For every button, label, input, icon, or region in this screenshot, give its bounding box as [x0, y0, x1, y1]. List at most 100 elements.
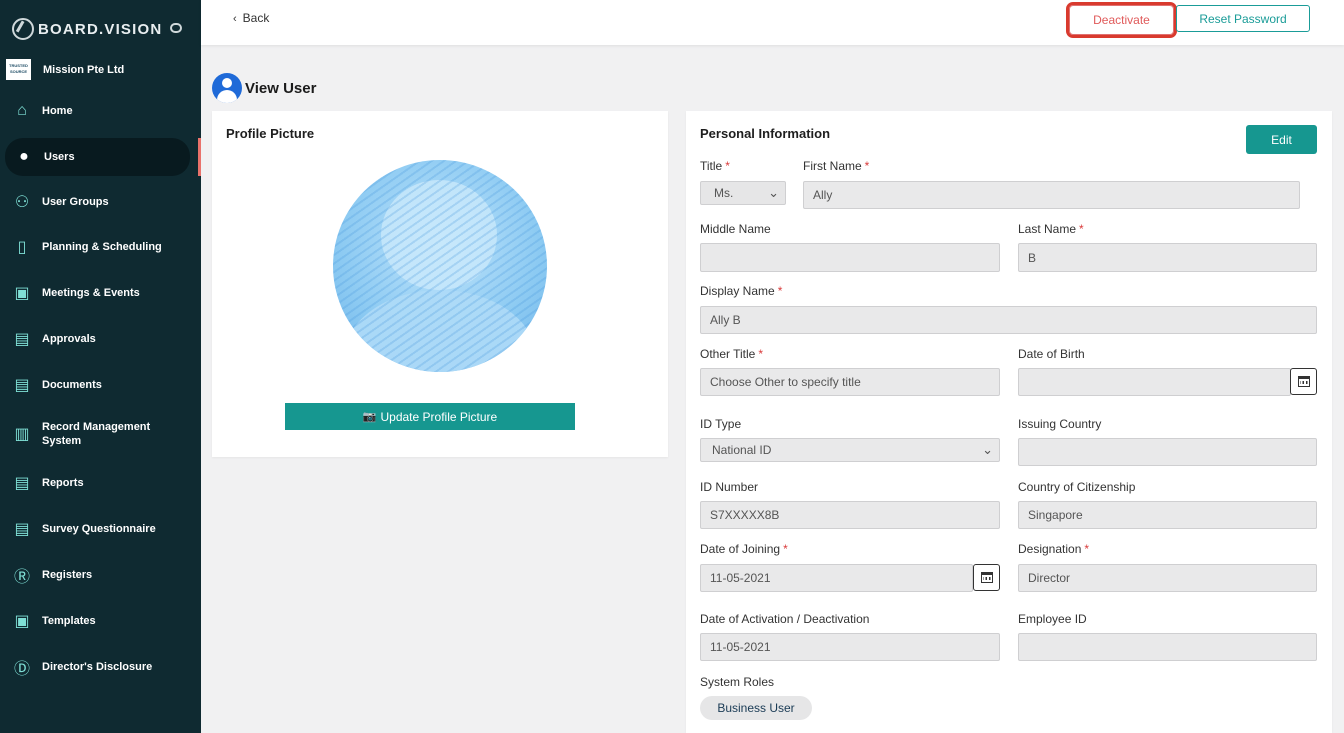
- home-icon: ⌂: [17, 102, 27, 119]
- back-link[interactable]: ‹ Back: [233, 11, 269, 25]
- title-select[interactable]: Ms.: [700, 181, 786, 205]
- sidebar-item-user-groups[interactable]: ⚇ User Groups: [0, 183, 201, 221]
- activation-date-field[interactable]: 11-05-2021: [700, 633, 1000, 661]
- profile-picture-title: Profile Picture: [226, 126, 315, 141]
- issuing-country-label: Issuing Country: [1018, 417, 1102, 431]
- last-name-field[interactable]: B: [1018, 243, 1317, 272]
- active-indicator: [198, 138, 201, 176]
- designation-value: Director: [1028, 571, 1071, 585]
- last-name-label: Last Name *: [1018, 222, 1084, 236]
- country-of-citizenship-field[interactable]: Singapore: [1018, 501, 1317, 529]
- date-of-birth-field[interactable]: [1018, 368, 1291, 396]
- brand-name: BOARD.VISION: [38, 20, 163, 38]
- top-bar: ‹ Back Deactivate Reset Password: [201, 0, 1344, 45]
- first-name-value: Ally: [813, 188, 833, 202]
- board-vision-logo-icon: [12, 18, 34, 40]
- user-icon: ●: [19, 148, 29, 165]
- id-type-label: ID Type: [700, 417, 742, 431]
- designation-label: Designation *: [1018, 542, 1090, 556]
- sidebar-item-reports[interactable]: ▤ Reports: [0, 464, 201, 502]
- sidebar-item-label: Director's Disclosure: [42, 661, 153, 673]
- update-profile-picture-label: Update Profile Picture: [380, 409, 498, 424]
- sidebar-item-label: Home: [42, 105, 73, 117]
- middle-name-label: Middle Name: [700, 222, 771, 236]
- records-icon: ▥: [14, 426, 30, 443]
- date-of-joining-value: 11-05-2021: [710, 571, 771, 585]
- sidebar-item-users[interactable]: ● Users: [5, 138, 190, 176]
- display-name-value: Ally B: [710, 313, 741, 327]
- other-title-value: Choose Other to specify title: [710, 375, 861, 389]
- survey-icon: ▤: [14, 521, 30, 538]
- display-name-field[interactable]: Ally B: [700, 306, 1317, 334]
- sidebar-item-documents[interactable]: ▤ Documents: [0, 366, 201, 404]
- sidebar-item-survey[interactable]: ▤ Survey Questionnaire: [0, 510, 201, 548]
- document-icon: ▤: [14, 331, 30, 348]
- id-type-select[interactable]: National ID: [700, 438, 1000, 462]
- camera-icon: 📷: [362, 411, 377, 423]
- sidebar-item-label: Meetings & Events: [42, 287, 140, 299]
- id-number-field[interactable]: S7XXXXX8B: [700, 501, 1000, 529]
- profile-picture-card: Profile Picture 📷 Update Profile Picture: [212, 111, 668, 457]
- activation-date-value: 11-05-2021: [710, 640, 771, 654]
- sidebar-item-label: Registers: [42, 569, 93, 581]
- users-icon: ⚇: [14, 194, 30, 211]
- chevron-left-icon: ‹: [233, 13, 237, 25]
- system-roles-label: System Roles: [700, 675, 775, 689]
- calendar-icon: [980, 572, 993, 583]
- first-name-field[interactable]: Ally: [803, 181, 1300, 209]
- designation-field[interactable]: Director: [1018, 564, 1317, 592]
- issuing-country-field[interactable]: [1018, 438, 1317, 466]
- personal-information-title: Personal Information: [700, 126, 831, 141]
- title-label: Title *: [700, 159, 730, 173]
- disclosure-icon: Ⓓ: [13, 661, 30, 678]
- sidebar-item-records[interactable]: ▥ Record Management System: [0, 414, 201, 454]
- page-header: View User: [212, 73, 316, 103]
- org-name: Mission Pte Ltd: [43, 63, 125, 76]
- employee-id-label: Employee ID: [1018, 612, 1087, 626]
- country-of-citizenship-value: Singapore: [1028, 508, 1083, 522]
- registered-icon: Ⓡ: [13, 569, 30, 586]
- id-number-value: S7XXXXX8B: [710, 508, 780, 522]
- sidebar-item-label: Record Management System: [42, 421, 151, 447]
- sidebar-item-label: Planning & Scheduling: [42, 241, 162, 253]
- calendar-icon: ▣: [14, 285, 30, 302]
- date-of-joining-calendar-button[interactable]: [973, 564, 1000, 591]
- deactivate-button[interactable]: Deactivate: [1066, 2, 1177, 38]
- first-name-label: First Name *: [803, 159, 870, 173]
- sidebar-item-label: Survey Questionnaire: [42, 523, 156, 535]
- sidebar-item-home[interactable]: ⌂ Home: [0, 92, 201, 130]
- other-title-label: Other Title *: [700, 347, 764, 361]
- other-title-field[interactable]: Choose Other to specify title: [700, 368, 1000, 396]
- sidebar-item-label: Approvals: [42, 333, 96, 345]
- org-logo: TRUSTED SOURCE: [6, 59, 31, 80]
- brand-logo[interactable]: BOARD.VISION: [12, 18, 192, 40]
- org-switcher[interactable]: TRUSTED SOURCE Mission Pte Ltd: [6, 59, 124, 80]
- sidebar-item-label: Templates: [42, 615, 96, 627]
- sidebar: BOARD.VISION TRUSTED SOURCE Mission Pte …: [0, 0, 201, 733]
- activation-date-label: Date of Activation / Deactivation: [700, 612, 870, 626]
- employee-id-field[interactable]: [1018, 633, 1317, 661]
- template-icon: ▣: [14, 613, 30, 630]
- date-of-birth-calendar-button[interactable]: [1290, 368, 1317, 395]
- sidebar-item-registers[interactable]: Ⓡ Registers: [0, 556, 201, 594]
- sidebar-item-meetings[interactable]: ▣ Meetings & Events: [0, 274, 201, 312]
- display-name-label: Display Name *: [700, 284, 783, 298]
- sidebar-item-label: Reports: [42, 477, 84, 489]
- sidebar-item-label: User Groups: [42, 196, 109, 208]
- sidebar-item-approvals[interactable]: ▤ Approvals: [0, 320, 201, 358]
- reset-password-button[interactable]: Reset Password: [1176, 5, 1310, 32]
- sidebar-item-directors-disclosure[interactable]: Ⓓ Director's Disclosure: [0, 648, 201, 686]
- sidebar-item-templates[interactable]: ▣ Templates: [0, 602, 201, 640]
- sidebar-item-planning[interactable]: ▯ Planning & Scheduling: [0, 228, 201, 266]
- title-value: Ms.: [714, 186, 734, 200]
- profile-picture: [333, 160, 547, 372]
- date-of-joining-field[interactable]: 11-05-2021: [700, 564, 973, 592]
- id-number-label: ID Number: [700, 480, 759, 494]
- id-type-value: National ID: [712, 443, 772, 457]
- country-of-citizenship-label: Country of Citizenship: [1018, 480, 1136, 494]
- bars-icon: ▯: [17, 239, 27, 256]
- edit-button[interactable]: Edit: [1246, 125, 1317, 154]
- update-profile-picture-button[interactable]: 📷 Update Profile Picture: [285, 403, 575, 430]
- sidebar-toggle-icon[interactable]: [170, 23, 182, 33]
- middle-name-field[interactable]: [700, 243, 1000, 272]
